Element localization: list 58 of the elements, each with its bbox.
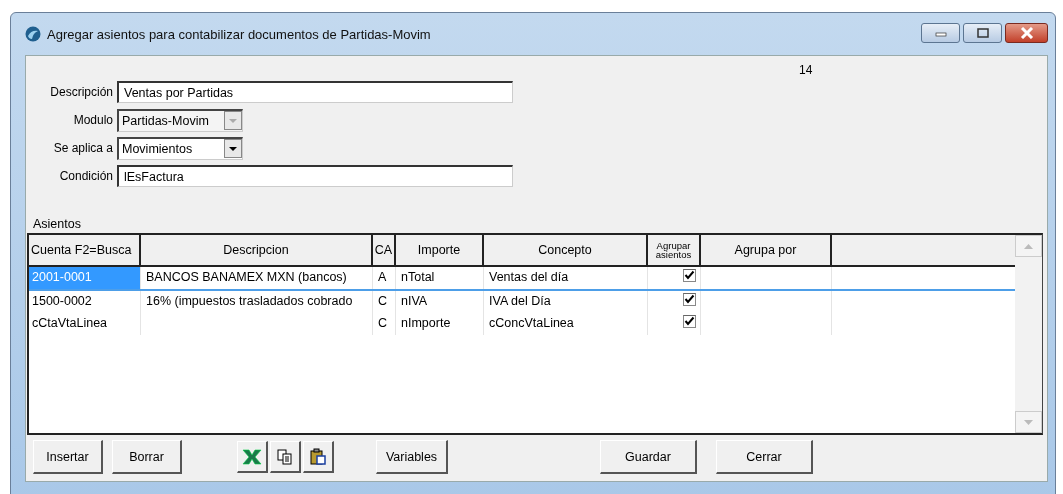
maximize-icon	[975, 28, 990, 38]
checkbox[interactable]	[683, 315, 696, 328]
table-cell: C	[378, 294, 388, 308]
table-cell: cCtaVtaLinea	[32, 316, 108, 330]
record-number: 14	[799, 63, 813, 79]
grid-row[interactable]: 2001-0001 BANCOS BANAMEX MXN (bancos) A nTotal Ventas del día	[29, 267, 1015, 291]
paste-button[interactable]	[303, 441, 334, 473]
table-cell: BANCOS BANAMEX MXN (bancos)	[146, 270, 347, 284]
column-header[interactable]: Concepto	[484, 235, 648, 265]
table-cell: 2001-0001	[32, 270, 92, 284]
input-field[interactable]: lEsFactura	[117, 165, 513, 187]
window-title: Agregar asientos para contabilizar documentos de Partidas-Movim	[47, 26, 431, 42]
excel-export-button[interactable]	[237, 441, 268, 473]
checkbox[interactable]	[683, 293, 696, 306]
clipboard-icon	[309, 447, 327, 466]
field-label: Descripción	[49, 85, 113, 99]
grid-label: Asientos	[33, 217, 82, 231]
grid-row[interactable]: 1500-0002 16% (impuestos trasladados cobrado C nIVA IVA del Día	[29, 291, 1015, 313]
field-label: Modulo	[72, 113, 113, 127]
table-cell: Ventas del día	[489, 270, 569, 284]
table-cell: 1500-0002	[32, 294, 92, 308]
swirl-icon	[25, 26, 41, 42]
column-header[interactable]: Importe	[396, 235, 484, 265]
table-cell: IVA del Día	[489, 294, 551, 308]
field-label: Se aplica a	[52, 141, 113, 155]
copy-icon	[276, 447, 294, 466]
close-icon	[1019, 27, 1034, 39]
table-cell: cConcVtaLinea	[489, 316, 574, 330]
copy-button[interactable]	[270, 441, 301, 473]
checkbox[interactable]	[683, 269, 696, 282]
action-button[interactable]: Guardar	[600, 440, 697, 474]
action-button[interactable]: Cerrar	[716, 440, 813, 474]
spreadsheet-icon	[242, 447, 262, 466]
action-button[interactable]: Borrar	[112, 440, 182, 474]
table-cell: 16% (impuestos trasladados cobrado	[146, 294, 353, 308]
up-arrow-icon	[1024, 243, 1033, 249]
column-header[interactable]: CA	[373, 235, 396, 265]
minimize-button[interactable]	[921, 23, 960, 43]
dropdown[interactable]: Movimientos	[117, 136, 243, 160]
down-arrow-icon	[1024, 419, 1033, 425]
action-button[interactable]: Insertar	[33, 440, 103, 474]
input-field[interactable]: Ventas por Partidas	[117, 81, 513, 103]
table-cell: C	[378, 316, 388, 330]
column-header[interactable]: Agrupar asientos	[648, 235, 701, 265]
maximize-button[interactable]	[963, 23, 1002, 43]
table-cell: nIVA	[401, 294, 428, 308]
table-cell: nTotal	[401, 270, 435, 284]
field-label: Condición	[58, 169, 113, 183]
table-cell: nImporte	[401, 316, 451, 330]
minimize-icon	[933, 29, 948, 37]
close-button[interactable]	[1005, 23, 1048, 43]
scrollbar[interactable]	[1015, 235, 1042, 433]
table-cell: A	[378, 270, 387, 284]
action-button[interactable]: Variables	[376, 440, 448, 474]
column-header[interactable]: Agrupa por	[701, 235, 832, 265]
column-header[interactable]: Cuenta F2=Busca	[29, 235, 141, 265]
grid-row[interactable]: cCtaVtaLinea C nImporte cConcVtaLinea	[29, 313, 1015, 335]
column-header[interactable]: Descripcion	[141, 235, 373, 265]
